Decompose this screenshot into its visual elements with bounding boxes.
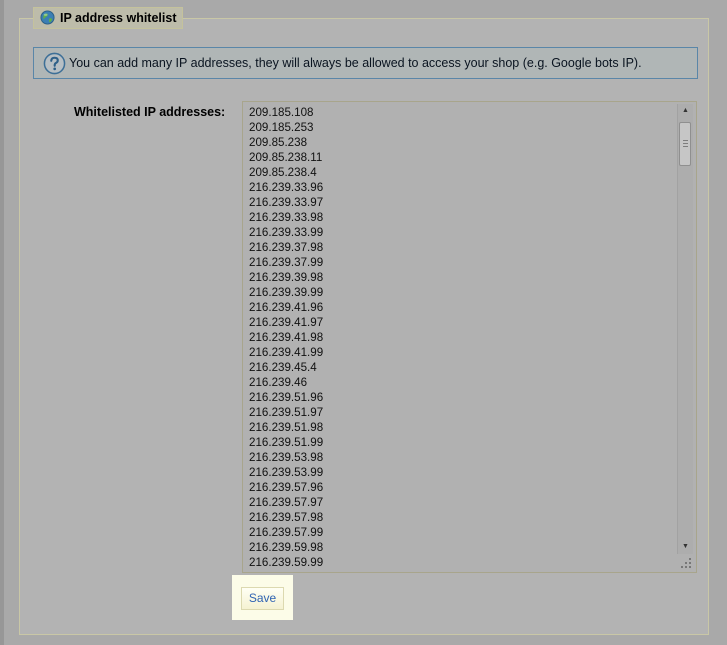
grip-line	[683, 143, 688, 144]
ip-address-line: 216.239.51.99	[249, 436, 324, 449]
ip-address-line: 216.239.41.96	[249, 301, 324, 314]
ip-address-list: 209.185.108 209.185.253 209.85.238 209.85.2…	[249, 105, 323, 570]
ip-address-line: 216.239.45.4	[249, 361, 317, 374]
ip-address-line: 209.185.108	[249, 106, 314, 119]
section-legend: IP address whitelist	[33, 7, 184, 29]
ip-address-line: 216.239.39.99	[249, 286, 324, 299]
ip-address-line: 216.239.59.98	[249, 541, 324, 554]
hint-text: You can add many IP addresses, they will…	[69, 56, 642, 70]
page-edge	[0, 0, 4, 645]
ip-address-line: 216.239.41.99	[249, 346, 324, 359]
ip-address-line: 216.239.51.97	[249, 406, 324, 419]
question-circle-icon	[43, 52, 66, 75]
ip-address-line: 216.239.53.99	[249, 466, 324, 479]
ip-address-line: 216.239.59.99	[249, 556, 324, 569]
ip-address-line: 216.239.33.99	[249, 226, 324, 239]
ip-address-line: 216.239.37.99	[249, 256, 324, 269]
ip-address-line: 216.239.33.96	[249, 181, 324, 194]
scroll-up-arrow-icon[interactable]: ▲	[678, 104, 693, 118]
scrollbar-thumb[interactable]	[679, 122, 691, 166]
ip-address-line: 216.239.51.98	[249, 421, 324, 434]
ip-address-line: 216.239.57.97	[249, 496, 324, 509]
ip-address-line: 209.85.238.4	[249, 166, 317, 179]
ip-address-line: 216.239.57.98	[249, 511, 324, 524]
textarea-scrollbar[interactable]: ▲ ▼	[677, 104, 693, 554]
resize-grip-icon[interactable]	[680, 557, 692, 569]
ip-address-line: 216.239.33.98	[249, 211, 324, 224]
ip-address-line: 216.239.57.96	[249, 481, 324, 494]
ip-address-line: 216.239.53.98	[249, 451, 324, 464]
ip-address-line: 216.239.41.97	[249, 316, 324, 329]
ip-address-line: 216.239.41.98	[249, 331, 324, 344]
grip-line	[683, 146, 688, 147]
ip-address-line: 216.239.33.97	[249, 196, 324, 209]
grip-line	[683, 140, 688, 141]
ip-address-line: 216.239.46	[249, 376, 308, 389]
ip-whitelist-textarea[interactable]: 209.185.108 209.185.253 209.85.238 209.85.2…	[242, 101, 697, 573]
scroll-down-arrow-icon[interactable]: ▼	[678, 540, 693, 554]
ip-address-line: 216.239.39.98	[249, 271, 324, 284]
save-button[interactable]: Save	[241, 587, 284, 610]
ip-address-line: 216.239.51.96	[249, 391, 324, 404]
info-hint-box: You can add many IP addresses, they will…	[33, 47, 698, 79]
section-title: IP address whitelist	[60, 11, 177, 25]
ip-address-line: 209.185.253	[249, 121, 314, 134]
ip-address-line: 216.239.57.99	[249, 526, 324, 539]
whitelist-label: Whitelisted IP addresses:	[74, 105, 226, 119]
ip-address-line: 216.239.37.98	[249, 241, 324, 254]
ip-address-line: 209.85.238.11	[249, 151, 323, 164]
globe-icon	[40, 10, 55, 25]
ip-address-line: 209.85.238	[249, 136, 308, 149]
